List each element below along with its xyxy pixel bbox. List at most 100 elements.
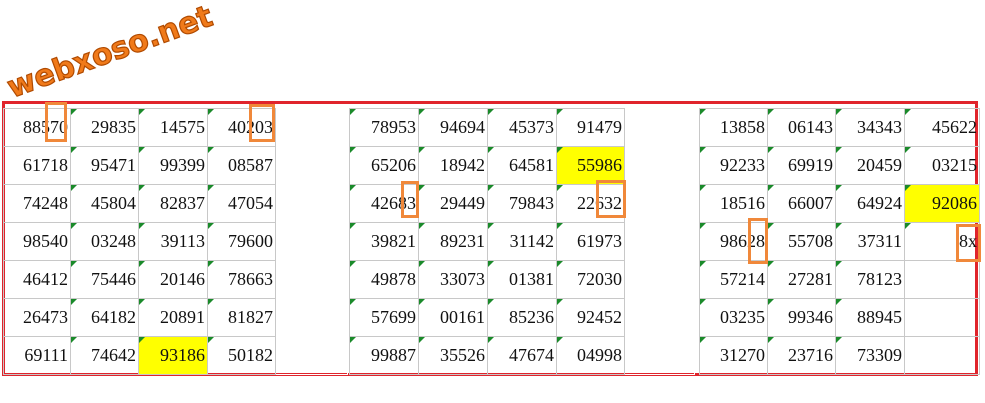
number-cell — [624, 260, 695, 299]
number-cell: 39821 — [349, 222, 419, 261]
number-cell: 06143 — [767, 108, 836, 147]
number-cell: 03248 — [70, 222, 139, 261]
number-cell: 92452 — [556, 298, 625, 337]
number-cell — [624, 298, 695, 337]
number-cell: 31270 — [699, 336, 768, 375]
number-cell — [275, 260, 348, 299]
table-row: 99887 35526 47674 04998 — [349, 336, 695, 375]
results-table-1: 88570 29835 14575 40203 61718 95471 99399 08587… — [3, 108, 348, 375]
number-cell: 92086 — [904, 184, 980, 223]
marker-box — [45, 102, 67, 142]
number-cell: 78123 — [835, 260, 905, 299]
number-cell: 45622 — [904, 108, 980, 147]
number-cell: 91479 — [556, 108, 625, 147]
number-cell: 01381 — [487, 260, 557, 299]
number-cell: 98540 — [3, 222, 71, 261]
table-row: 74248 45804 82837 47054 — [3, 184, 348, 223]
number-cell: 85236 — [487, 298, 557, 337]
number-cell: 81827 — [207, 298, 276, 337]
table-row: 98540 03248 39113 79600 — [3, 222, 348, 261]
number-cell: 20891 — [138, 298, 208, 337]
number-cell: 20146 — [138, 260, 208, 299]
number-cell — [275, 184, 348, 223]
number-cell: 75446 — [70, 260, 139, 299]
webxoso-logo: webxoso.net — [6, 0, 218, 105]
number-cell: 18942 — [418, 146, 488, 185]
number-cell — [904, 298, 980, 337]
number-cell: 26473 — [3, 298, 71, 337]
number-cell: 82837 — [138, 184, 208, 223]
number-cell: 39113 — [138, 222, 208, 261]
table-row: 31270 23716 73309 — [699, 336, 980, 375]
number-cell: 27281 — [767, 260, 836, 299]
number-cell: 03235 — [699, 298, 768, 337]
table-row: 65206 18942 64581 55986 — [349, 146, 695, 185]
number-cell: 64182 — [70, 298, 139, 337]
number-cell: 94694 — [418, 108, 488, 147]
number-cell — [624, 222, 695, 261]
number-cell — [624, 336, 695, 375]
results-table-3: 13858 06143 34343 45622 92233 69919 20459 03215… — [699, 108, 980, 375]
number-cell: 99887 — [349, 336, 419, 375]
number-cell: 03215 — [904, 146, 980, 185]
number-cell — [624, 146, 695, 185]
number-cell: 69111 — [3, 336, 71, 375]
number-cell: 57214 — [699, 260, 768, 299]
number-cell: 64581 — [487, 146, 557, 185]
number-cell: 61973 — [556, 222, 625, 261]
number-cell: 57699 — [349, 298, 419, 337]
number-cell — [275, 222, 348, 261]
number-cell: 18516 — [699, 184, 768, 223]
table-row: 39821 89231 31142 61973 — [349, 222, 695, 261]
number-cell: 92233 — [699, 146, 768, 185]
number-cell: 45373 — [487, 108, 557, 147]
number-cell — [275, 108, 348, 147]
number-cell: 74642 — [70, 336, 139, 375]
number-cell: 93186 — [138, 336, 208, 375]
number-cell: 89231 — [418, 222, 488, 261]
table-row: 92233 69919 20459 03215 — [699, 146, 980, 185]
table-row: 69111 74642 93186 50182 — [3, 336, 348, 375]
logo-text: webxoso.net — [6, 0, 217, 105]
number-cell: 47674 — [487, 336, 557, 375]
number-cell: 64924 — [835, 184, 905, 223]
number-cell: 37311 — [835, 222, 905, 261]
number-cell — [275, 146, 348, 185]
marker-box — [596, 180, 626, 218]
number-cell: 08587 — [207, 146, 276, 185]
number-cell: 99399 — [138, 146, 208, 185]
number-cell: 13858 — [699, 108, 768, 147]
table-row: 13858 06143 34343 45622 — [699, 108, 980, 147]
number-cell: 79843 — [487, 184, 557, 223]
table-row: 57699 00161 85236 92452 — [349, 298, 695, 337]
number-cell: 72030 — [556, 260, 625, 299]
number-cell: 00161 — [418, 298, 488, 337]
number-cell: 50182 — [207, 336, 276, 375]
number-cell: 04998 — [556, 336, 625, 375]
number-cell: 79600 — [207, 222, 276, 261]
number-cell: 29449 — [418, 184, 488, 223]
number-cell: 23716 — [767, 336, 836, 375]
number-cell: 47054 — [207, 184, 276, 223]
number-cell: 46412 — [3, 260, 71, 299]
table-row: 46412 75446 20146 78663 — [3, 260, 348, 299]
number-cell: 78953 — [349, 108, 419, 147]
marker-box — [748, 218, 768, 264]
number-cell: 69919 — [767, 146, 836, 185]
table-row: 26473 64182 20891 81827 — [3, 298, 348, 337]
number-cell: 33073 — [418, 260, 488, 299]
table-row: 78953 94694 45373 91479 — [349, 108, 695, 147]
number-cell: 74248 — [3, 184, 71, 223]
number-cell: 95471 — [70, 146, 139, 185]
number-cell: 45804 — [70, 184, 139, 223]
table-row: 57214 27281 78123 — [699, 260, 980, 299]
number-cell: 73309 — [835, 336, 905, 375]
number-cell: 35526 — [418, 336, 488, 375]
number-cell: 49878 — [349, 260, 419, 299]
number-cell: 34343 — [835, 108, 905, 147]
number-cell: 20459 — [835, 146, 905, 185]
results-table-2: 78953 94694 45373 91479 65206 18942 64581 55986… — [349, 108, 695, 375]
marker-box — [401, 181, 419, 218]
number-cell: 55708 — [767, 222, 836, 261]
table-row: 49878 33073 01381 72030 — [349, 260, 695, 299]
